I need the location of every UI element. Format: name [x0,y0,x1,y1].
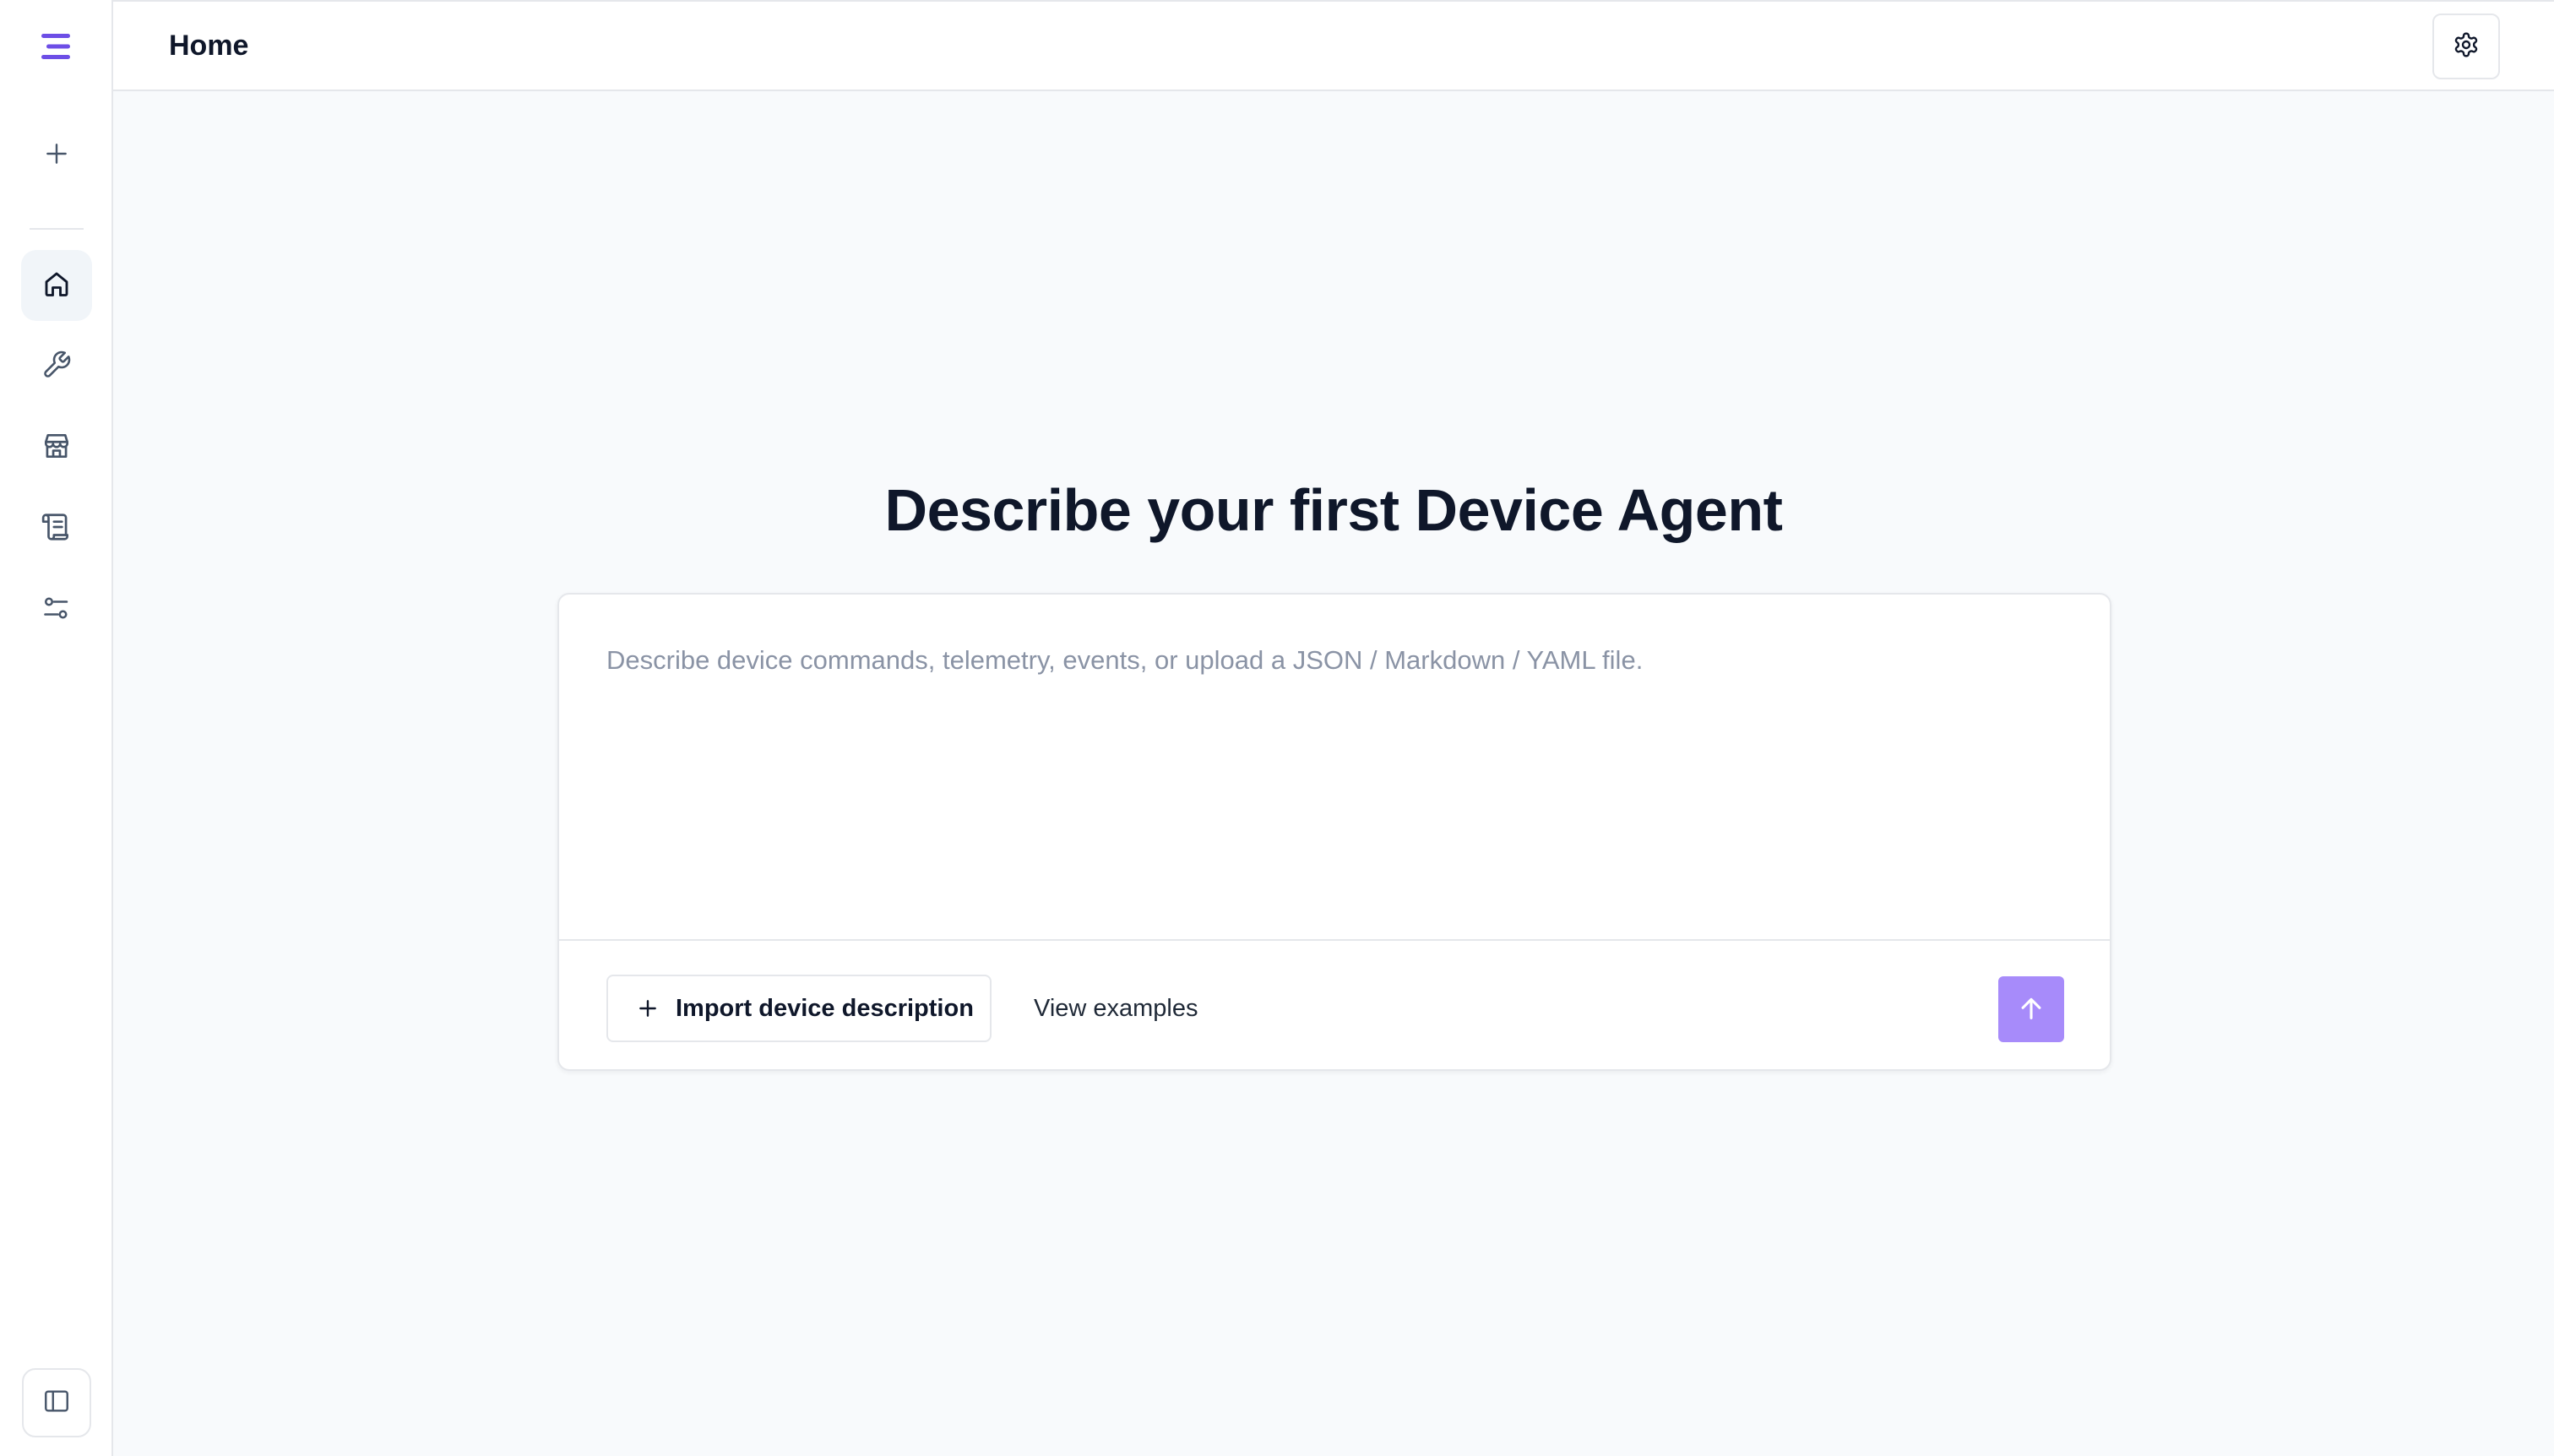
gear-icon [2453,31,2480,62]
sidebar-item-settings-sliders[interactable] [21,574,92,645]
sidebar-item-store[interactable] [21,412,92,483]
page-title: Home [169,30,249,62]
sliders-icon [41,593,72,627]
plus-icon [43,140,70,171]
settings-button[interactable] [2432,14,2500,79]
home-icon [41,269,72,303]
import-button-label: Import device description [676,994,974,1022]
top-header: Home [113,0,2554,91]
sidebar-divider [30,228,84,230]
sidebar-panel-icon [42,1387,71,1420]
sidebar-item-scroll[interactable] [21,493,92,564]
sidebar-item-tools[interactable] [21,331,92,402]
import-device-description-button[interactable]: Import device description [606,975,992,1042]
sidebar-item-new[interactable] [21,120,92,191]
sidebar-item-home[interactable] [21,250,92,321]
wrench-icon [41,350,72,384]
view-examples-link[interactable]: View examples [1034,975,1198,1042]
device-description-input[interactable] [559,595,2110,939]
sidebar-collapse-button[interactable] [22,1368,91,1437]
store-icon [41,430,73,466]
send-button[interactable] [1998,976,2064,1042]
plus-icon [637,997,659,1019]
arrow-up-icon [2017,994,2046,1025]
sidebar [0,0,113,1456]
composer-card: Import device description View examples [557,593,2111,1071]
composer-footer: Import device description View examples [559,939,2110,1069]
menu-lines-icon[interactable] [34,24,79,69]
scroll-icon [41,511,73,547]
main-heading: Describe your first Device Agent [884,477,1783,543]
